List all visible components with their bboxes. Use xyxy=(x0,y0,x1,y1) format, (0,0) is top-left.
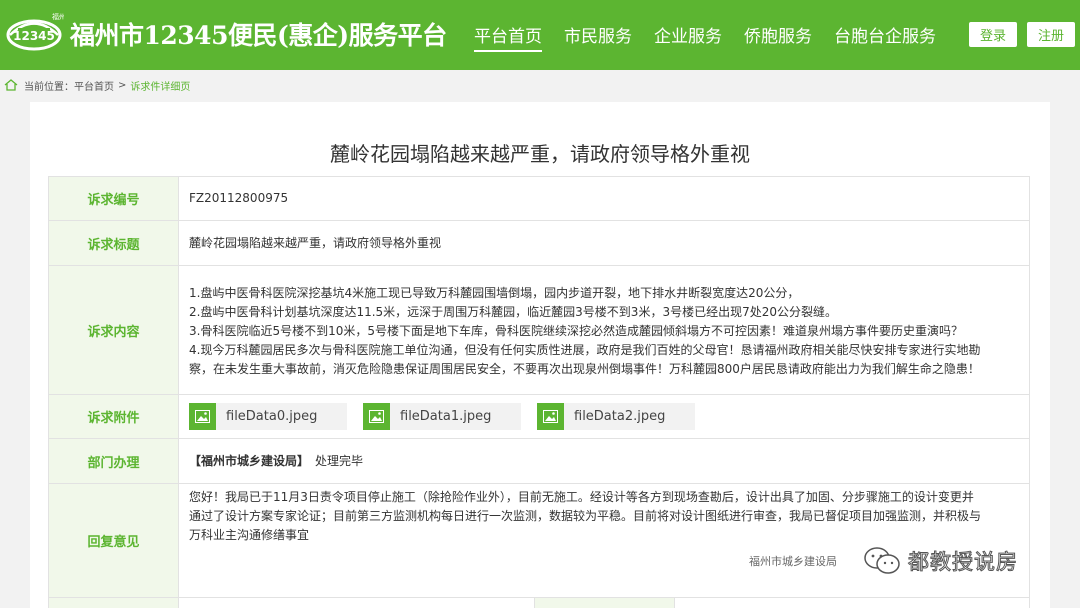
detail-row-id: 诉求编号 FZ20112800975 xyxy=(49,177,1029,221)
nav-home[interactable]: 平台首页 xyxy=(474,22,542,52)
reply-label: 回复意见 xyxy=(49,484,179,597)
content-value: 1.盘屿中医骨科医院深挖基坑4米施工现已导致万科麓园围墙倒塌，园内步道开裂，地下… xyxy=(179,266,1029,394)
content-line: 察，在未发生重大事故前，消灭危险隐患保证周围居民安全，不要再次出现泉州倒塌事件！… xyxy=(189,361,980,376)
content-line: 2.盘屿中医骨科计划基坑深度达11.5米，远深于周围万科麓园，临近麓园3号楼不到… xyxy=(189,304,837,319)
nav-overseas-chinese-services[interactable]: 侨胞服务 xyxy=(744,22,812,52)
department-status: 处理完毕 xyxy=(315,453,364,468)
detail-row-footer xyxy=(49,598,1029,608)
reply-line: 万科业主沟通修缮事宜 xyxy=(189,528,310,542)
attachment-file[interactable]: fileData2.jpeg xyxy=(537,403,695,430)
image-file-icon xyxy=(363,403,390,430)
attachment-file[interactable]: fileData1.jpeg xyxy=(363,403,521,430)
department-name: 【福州市城乡建设局】 xyxy=(189,453,310,468)
nav-taiwan-services[interactable]: 台胞台企服务 xyxy=(834,22,936,52)
logo-city-text: 福州 xyxy=(52,12,64,21)
breadcrumb: 当前位置： 平台首页 > 诉求件详细页 xyxy=(0,70,1080,100)
detail-row-content: 诉求内容 1.盘屿中医骨科医院深挖基坑4米施工现已导致万科麓园围墙倒塌，园内步道… xyxy=(49,266,1029,395)
breadcrumb-prefix: 当前位置： xyxy=(24,81,74,93)
footer-label-cell-2 xyxy=(534,598,675,608)
content-line: 1.盘屿中医骨科医院深挖基坑4米施工现已导致万科麓园围墙倒塌，园内步道开裂，地下… xyxy=(189,285,800,300)
attachment-file-name: fileData0.jpeg xyxy=(226,409,318,424)
attachment-file[interactable]: fileData0.jpeg xyxy=(189,403,347,430)
attachment-file-name: fileData1.jpeg xyxy=(400,409,492,424)
title-value: 麓岭花园塌陷越来越严重，请政府领导格外重视 xyxy=(189,235,442,250)
reply-line: 通过了设计方案专家论证；目前第三方监测机构每日进行一次监测，数据较为平稳。目前将… xyxy=(189,509,982,523)
home-icon xyxy=(4,79,18,91)
detail-row-attachments: 诉求附件 fileData0.jpeg fileData1.jpeg fileD… xyxy=(49,395,1029,439)
reply-value: 您好！我局已于11月3日责令项目停止施工（除抢险作业外），目前无施工。经设计等各… xyxy=(179,484,1029,597)
image-file-icon xyxy=(189,403,216,430)
department-label: 部门办理 xyxy=(49,439,179,483)
title-label: 诉求标题 xyxy=(49,221,179,265)
breadcrumb-home-link[interactable]: 平台首页 xyxy=(74,78,114,93)
content-line: 4.现今万科麓园居民多次与骨科医院施工单位沟通，但没有任何实质性进展，政府是我们… xyxy=(189,342,981,357)
footer-label-cell xyxy=(49,598,179,608)
breadcrumb-separator: > xyxy=(118,79,127,91)
id-label: 诉求编号 xyxy=(49,177,179,220)
department-value: 【福州市城乡建设局】 处理完毕 xyxy=(179,439,1029,483)
register-button[interactable]: 注册 xyxy=(1027,22,1075,47)
nav-citizen-services[interactable]: 市民服务 xyxy=(564,22,632,52)
attachments-value: fileData0.jpeg fileData1.jpeg fileData2.… xyxy=(179,395,1029,438)
logo[interactable]: 12345 福州 xyxy=(4,10,64,58)
logo-emblem-icon: 12345 福州 xyxy=(6,12,64,51)
wechat-icon xyxy=(862,545,902,577)
footer-value-cell-2 xyxy=(675,598,1030,608)
site-header: 12345 福州 福州市12345便民(惠企)服务平台 平台首页 市民服务 企业… xyxy=(0,0,1080,70)
content-label: 诉求内容 xyxy=(49,266,179,394)
site-title: 福州市12345便民(惠企)服务平台 xyxy=(70,21,447,50)
detail-table: 诉求编号 FZ20112800975 诉求标题 麓岭花园塌陷越来越严重，请政府领… xyxy=(48,176,1030,608)
reply-line: 您好！我局已于11月3日责令项目停止施工（除抢险作业外），目前无施工。经设计等各… xyxy=(189,490,974,504)
id-value: FZ20112800975 xyxy=(189,191,289,205)
content-line: 3.骨科医院临近5号楼不到10米，5号楼下面是地下车库，骨科医院继续深挖必然造成… xyxy=(189,323,963,338)
main-nav: 平台首页 市民服务 企业服务 侨胞服务 台胞台企服务 xyxy=(474,22,958,52)
detail-row-department: 部门办理 【福州市城乡建设局】 处理完毕 xyxy=(49,439,1029,484)
watermark: 都教授说房 xyxy=(862,545,1018,577)
footer-value-cell xyxy=(179,598,535,608)
attachments-label: 诉求附件 xyxy=(49,395,179,438)
image-file-icon xyxy=(537,403,564,430)
detail-card: 麓岭花园塌陷越来越严重，请政府领导格外重视 诉求编号 FZ20112800975… xyxy=(30,102,1050,608)
page-title: 麓岭花园塌陷越来越严重，请政府领导格外重视 xyxy=(330,142,750,166)
reply-signature: 福州市城乡建设局 xyxy=(749,555,837,568)
detail-row-reply: 回复意见 您好！我局已于11月3日责令项目停止施工（除抢险作业外），目前无施工。… xyxy=(49,484,1029,598)
login-button[interactable]: 登录 xyxy=(969,22,1017,47)
attachment-file-name: fileData2.jpeg xyxy=(574,409,666,424)
nav-enterprise-services[interactable]: 企业服务 xyxy=(654,22,722,52)
detail-row-title: 诉求标题 麓岭花园塌陷越来越严重，请政府领导格外重视 xyxy=(49,221,1029,266)
logo-number: 12345 xyxy=(13,29,55,43)
watermark-text: 都教授说房 xyxy=(908,550,1018,575)
breadcrumb-current: 诉求件详细页 xyxy=(130,81,191,93)
